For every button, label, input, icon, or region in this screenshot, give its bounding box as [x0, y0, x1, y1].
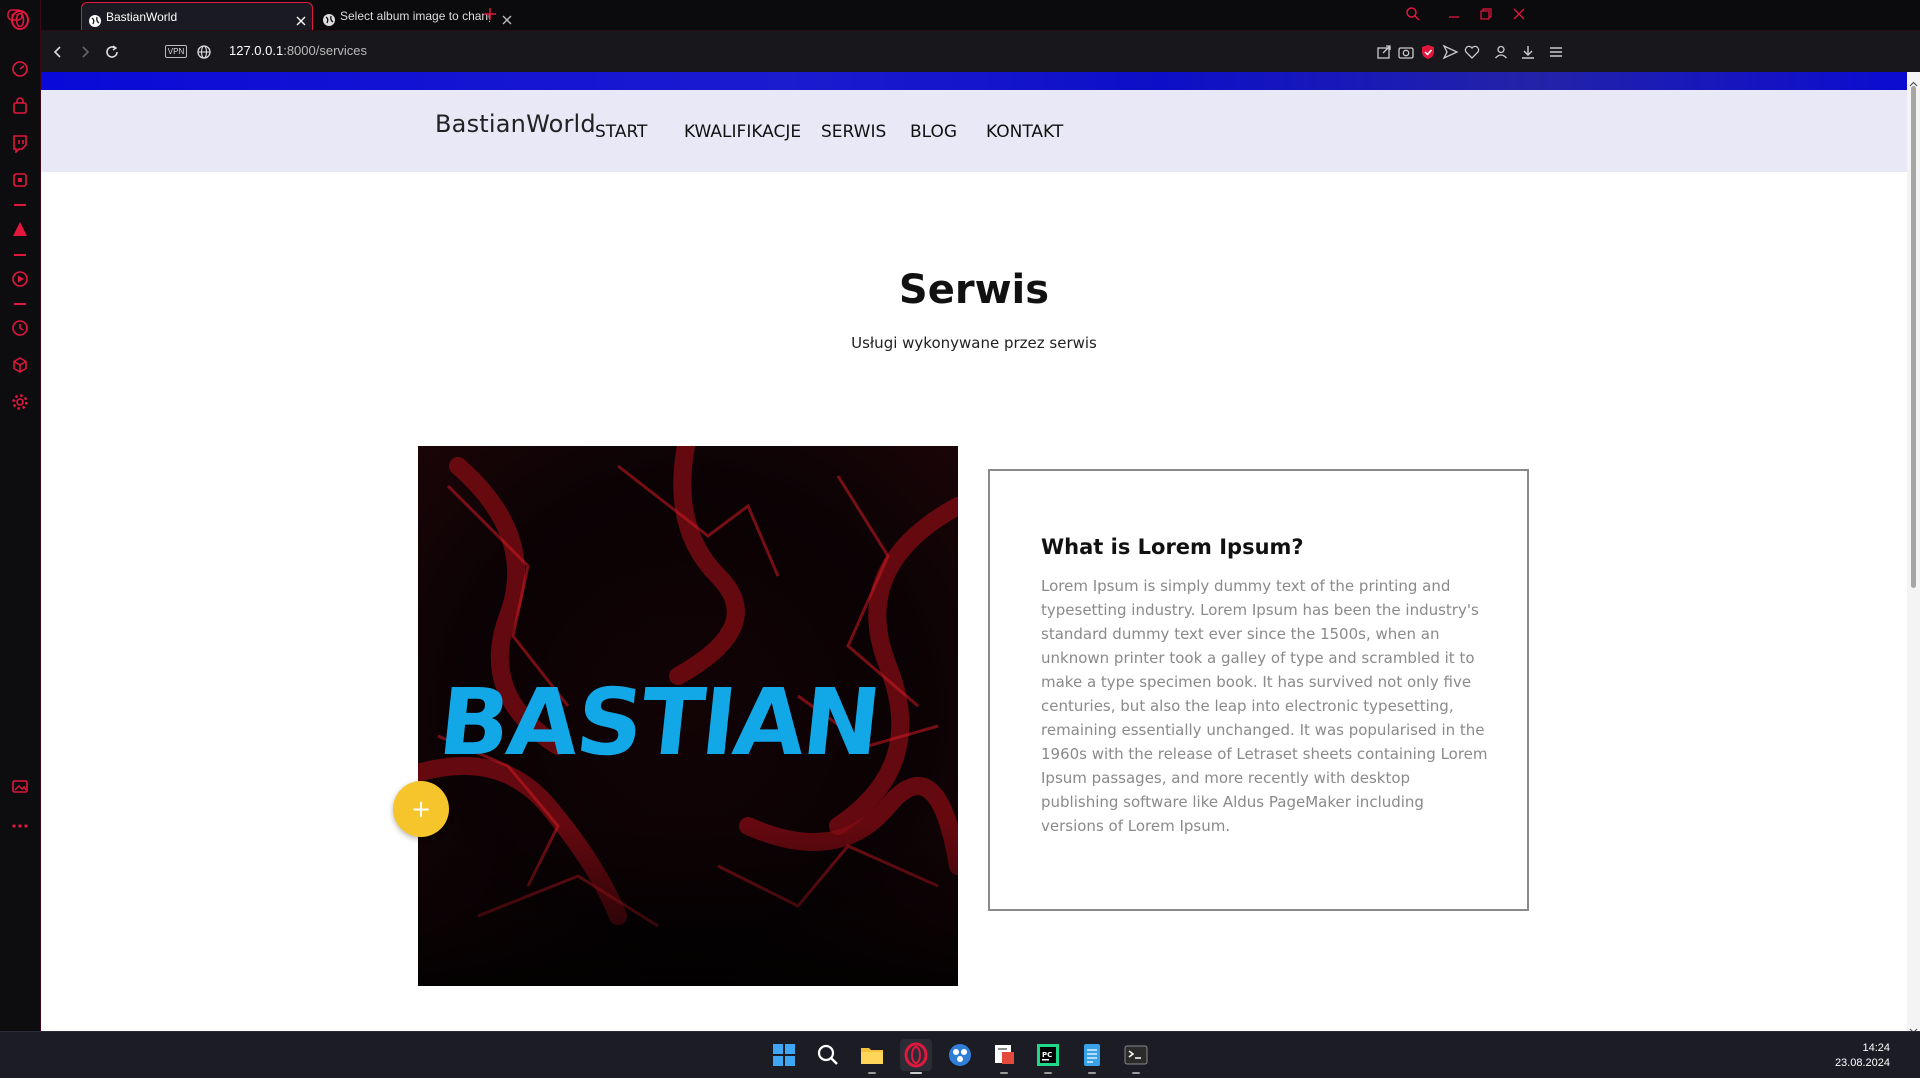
player-icon[interactable]	[10, 269, 30, 289]
scroll-down-arrow-icon[interactable]	[1909, 1020, 1918, 1031]
page-subtitle: Usługi wykonywane przez serwis	[851, 334, 1097, 352]
menu-item-kontakt[interactable]: KONTAKT	[986, 122, 1063, 142]
blue-app-icon[interactable]	[944, 1039, 976, 1071]
close-tab-icon[interactable]	[500, 9, 512, 25]
card-body-text: Lorem Ipsum is simply dummy text of the …	[1041, 577, 1488, 835]
tab-bar: BastianWorld Select album image to chang…	[7, 0, 1920, 30]
more-options-icon[interactable]	[10, 816, 30, 836]
page-scrollbar[interactable]	[1907, 72, 1920, 1031]
search-icon[interactable]	[812, 1039, 844, 1071]
terminal-icon[interactable]	[1120, 1039, 1152, 1074]
tab-title: BastianWorld	[106, 10, 178, 24]
vpn-badge[interactable]: VPN	[165, 45, 187, 58]
easy-setup-menu-icon[interactable]	[1547, 43, 1565, 61]
windows-taskbar: PC 14:24 23.08.2024	[0, 1031, 1920, 1078]
site-header: BastianWorld START KWALIFIKACJE SERWIS B…	[41, 90, 1907, 172]
shopping-bag-icon[interactable]	[10, 96, 30, 116]
address-bar: VPN 127.0.0.1:8000/services	[41, 30, 1920, 72]
url-path: :8000/services	[283, 43, 368, 58]
share-icon[interactable]	[1375, 43, 1393, 61]
bastian-logo-text: BASTIAN	[434, 668, 884, 776]
clock-date: 23.08.2024	[1834, 1057, 1890, 1069]
send-arrow-icon[interactable]	[1441, 43, 1459, 61]
running-indicator	[1044, 1072, 1052, 1074]
globe-icon	[88, 10, 102, 27]
workspaces-icon[interactable]	[6, 6, 24, 24]
add-plus-button[interactable]: +	[393, 781, 449, 837]
url-host: 127.0.0.1	[229, 43, 284, 58]
globe-icon	[322, 9, 336, 26]
twitch-icon[interactable]	[10, 133, 30, 153]
tab-bastianworld[interactable]: BastianWorld	[81, 2, 313, 30]
bastian-logo-image: BASTIAN	[418, 446, 958, 986]
aria-icon[interactable]	[10, 219, 30, 239]
running-indicator	[1132, 1072, 1140, 1074]
system-clock[interactable]: 14:24 23.08.2024	[1835, 1041, 1890, 1071]
adblock-shield-icon[interactable]	[1419, 43, 1437, 61]
camera-snapshot-icon[interactable]	[1397, 43, 1415, 61]
close-window-icon[interactable]	[1511, 6, 1527, 22]
running-indicator	[1088, 1072, 1096, 1074]
browser-sidebar	[0, 0, 41, 1031]
scroll-up-arrow-icon[interactable]	[1909, 74, 1918, 87]
card-title: What is Lorem Ipsum?	[1041, 535, 1304, 559]
speed-dial-icon[interactable]	[10, 59, 30, 79]
running-indicator	[910, 1072, 922, 1074]
running-indicator	[868, 1072, 876, 1074]
tab-search-icon[interactable]	[1405, 6, 1421, 22]
reload-icon[interactable]	[103, 43, 121, 61]
info-card: What is Lorem Ipsum? Lorem Ipsum is simp…	[988, 469, 1529, 911]
settings-gear-icon[interactable]	[10, 392, 30, 412]
new-tab-plus-icon[interactable]	[481, 5, 499, 23]
restore-icon[interactable]	[1478, 6, 1494, 22]
windows-start-icon[interactable]	[768, 1039, 800, 1071]
sidebar-separator	[14, 254, 26, 256]
extensions-cube-icon[interactable]	[10, 355, 30, 375]
download-icon[interactable]	[1519, 43, 1537, 61]
history-icon[interactable]	[10, 318, 30, 338]
site-info-globe-icon[interactable]	[196, 44, 212, 60]
close-tab-icon[interactable]	[294, 10, 308, 26]
menu-item-blog[interactable]: BLOG	[910, 122, 957, 142]
svg-text:PC: PC	[1042, 1051, 1052, 1059]
tab-title: Select album image to change	[340, 9, 490, 23]
notepad-icon[interactable]	[1076, 1039, 1108, 1074]
forward-arrow-icon[interactable]	[76, 43, 94, 61]
gallery-icon[interactable]	[10, 776, 30, 796]
sidebar-separator	[14, 204, 26, 206]
top-color-strip	[41, 72, 1907, 90]
snipping-tool-icon[interactable]	[988, 1039, 1020, 1074]
sidebar-separator	[14, 303, 26, 305]
page-title: Serwis	[898, 267, 1050, 313]
pycharm-icon[interactable]: PC	[1032, 1039, 1064, 1074]
menu-item-kwalifikacje[interactable]: KWALIFIKACJE	[684, 122, 801, 142]
menu-item-serwis[interactable]: SERWIS	[821, 122, 886, 142]
clock-time: 14:24	[1862, 1042, 1890, 1054]
file-explorer-icon[interactable]	[856, 1039, 888, 1074]
page-viewport: BastianWorld START KWALIFIKACJE SERWIS B…	[41, 72, 1920, 1031]
running-indicator	[1000, 1072, 1008, 1074]
menu-item-start[interactable]: START	[595, 122, 647, 142]
brand-logo-link[interactable]: BastianWorld	[435, 110, 596, 138]
scrollbar-thumb[interactable]	[1911, 86, 1916, 588]
opera-taskbar-icon[interactable]	[900, 1039, 932, 1074]
ai-chip-icon[interactable]	[10, 170, 30, 190]
minimize-icon[interactable]	[1446, 6, 1462, 22]
back-arrow-icon[interactable]	[49, 43, 67, 61]
profile-icon[interactable]	[1492, 43, 1510, 61]
url-field[interactable]: 127.0.0.1:8000/services	[229, 43, 367, 58]
heart-bookmark-icon[interactable]	[1463, 43, 1481, 61]
